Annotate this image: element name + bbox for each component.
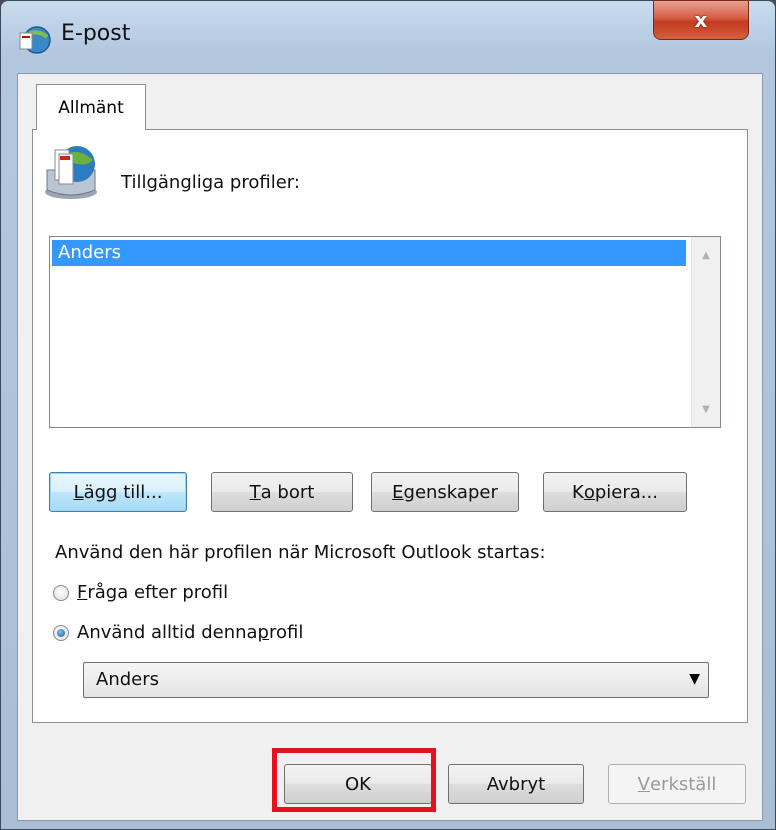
copy-button-label: piera... (594, 481, 658, 503)
scroll-down-arrow-icon[interactable]: ▼ (692, 395, 720, 423)
apply-button-accesskey: V (637, 773, 650, 795)
radio-ask-profile[interactable]: Fråga efter profil (53, 582, 228, 603)
radio-ask-label: råga efter profil (87, 582, 229, 603)
properties-button-accesskey: E (392, 481, 404, 503)
dialog-window: E-post x Allmänt Tillgängliga profiler: … (0, 0, 776, 830)
mail-app-icon (19, 26, 51, 54)
radio-always-use-profile[interactable]: Använd alltid denna p rofil (53, 622, 303, 643)
cancel-button[interactable]: Avbryt (448, 764, 584, 804)
tab-panel-general: Tillgängliga profiler: Anders ▲ ▼ Lägg t… (32, 129, 748, 723)
add-button-label: ägg till... (83, 481, 163, 503)
tab-general[interactable]: Allmänt (36, 84, 146, 130)
radio-button-checked[interactable] (53, 624, 69, 641)
apply-button[interactable]: Verkställ (608, 764, 746, 804)
profile-select-value: Anders (96, 669, 159, 690)
properties-button[interactable]: Egenskaper (371, 472, 519, 512)
profiles-label: Tillgängliga profiler: (121, 172, 300, 193)
profiles-label-part: Till (121, 172, 147, 193)
radio-always-label: rofil (268, 622, 304, 643)
remove-button[interactable]: Ta bort (211, 472, 353, 512)
ok-highlight-annotation (272, 748, 436, 812)
title-bar[interactable]: E-post x (1, 0, 775, 73)
startup-profile-label: Använd den här profilen när Microsoft Ou… (55, 542, 546, 563)
properties-button-label: genskaper (403, 481, 498, 503)
window-title: E-post (61, 21, 131, 46)
copy-button-accesskey: o (583, 481, 595, 503)
profiles-label-accesskey: g (146, 172, 158, 193)
listbox-scrollbar[interactable]: ▲ ▼ (691, 237, 720, 427)
add-button[interactable]: Lägg till... (49, 472, 187, 512)
chevron-down-icon[interactable]: ▼ (689, 671, 700, 687)
cancel-button-label: Avbryt (486, 773, 546, 795)
remove-button-label: a bort (260, 481, 315, 503)
radio-always-label: Använd alltid denna (77, 622, 258, 643)
copy-button[interactable]: Ko piera... (543, 472, 687, 512)
profiles-listbox[interactable]: Anders ▲ ▼ (49, 236, 721, 428)
close-button[interactable]: x (653, 0, 749, 40)
add-button-accesskey: L (73, 481, 84, 503)
remove-button-accesskey: T (249, 481, 261, 503)
copy-button-label: K (572, 481, 584, 503)
dialog-client-area: Allmänt Tillgängliga profiler: Anders ▲ … (17, 73, 763, 821)
scroll-up-arrow-icon[interactable]: ▲ (692, 241, 720, 269)
mail-profile-icon (45, 146, 97, 199)
radio-button[interactable] (53, 584, 69, 601)
radio-ask-accesskey: F (77, 582, 88, 603)
list-item[interactable]: Anders (52, 240, 686, 266)
apply-button-label: erkställ (649, 773, 717, 795)
close-icon: x (694, 8, 708, 32)
profile-select[interactable]: Anders ▼ (83, 662, 709, 698)
radio-always-accesskey: p (257, 622, 269, 643)
profiles-label-part: ängliga profiler: (157, 172, 300, 193)
